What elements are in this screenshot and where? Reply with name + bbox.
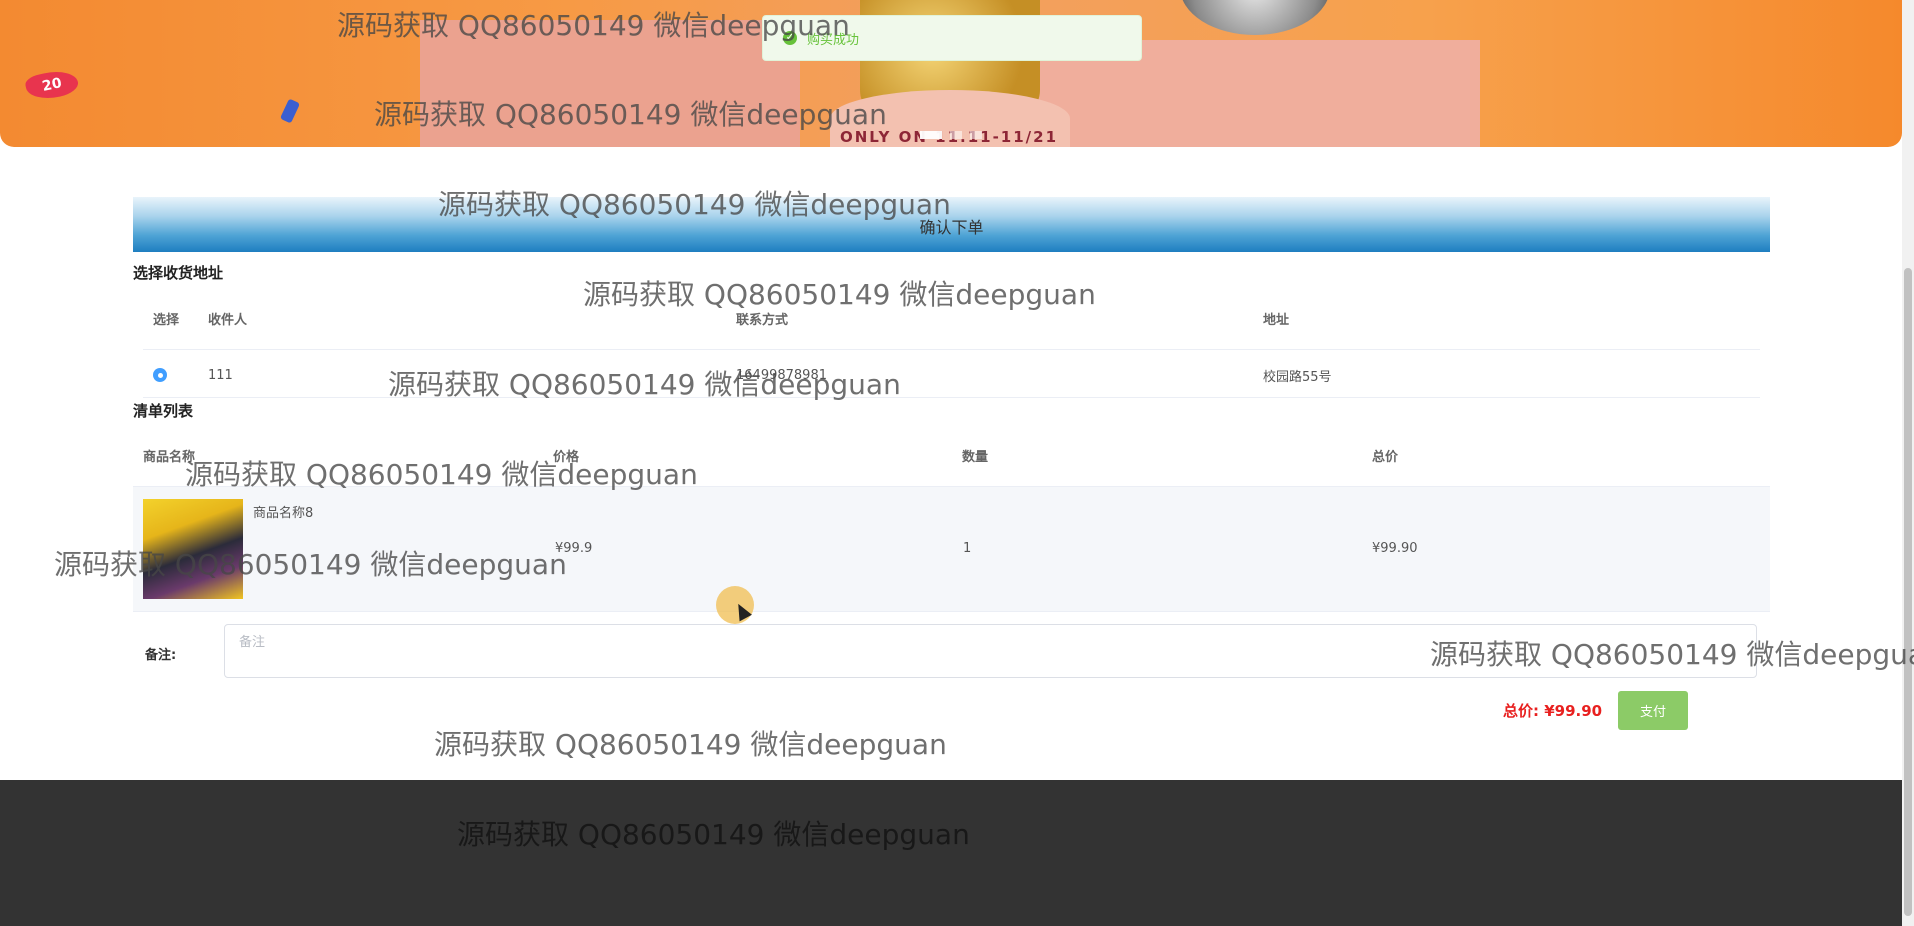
check-circle-icon: ✓ [783,31,797,45]
carousel-indicators [920,131,982,139]
column-header: 商品名称 [143,449,196,465]
address-row[interactable]: 111 16499878981 校园路55号 [153,366,1753,385]
carousel-dot[interactable] [970,131,982,139]
page-title: 确认下单 [919,218,984,237]
column-header: 价格 [553,449,580,465]
confirm-order-header: 确认下单 [133,197,1770,252]
product-quantity: 1 [963,541,972,556]
product-thumbnail [143,499,243,599]
product-name: 商品名称8 [253,506,314,521]
footer [0,780,1902,926]
recipient-address: 校园路55号 [1263,369,1332,385]
column-header: 地址 [1263,312,1290,328]
watermark-text: 源码获取 QQ86050149 微信deepguan [583,278,1096,311]
column-header: 数量 [962,449,989,465]
recipient-phone: 16499878981 [736,367,827,383]
scrollbar-thumb[interactable] [1904,268,1912,916]
column-header: 联系方式 [736,312,789,328]
watermark-text: 源码获取 QQ86050149 微信deepguan [434,728,947,761]
remark-input[interactable] [224,624,1757,678]
banner-pedestal [420,20,800,147]
column-header: 选择 [153,312,180,328]
remark-label: 备注: [145,648,177,663]
page: 20 ONLY ON 11.11-11/21 ✓ 购买成功 确认下单 选择收货地… [0,0,1914,926]
address-section-title: 选择收货地址 [133,264,224,282]
total-value: ¥99.90 [1544,702,1603,720]
column-header: 收件人 [208,312,248,328]
divider [143,397,1760,398]
banner-badge: 20 [23,66,81,104]
carousel-dot[interactable] [920,131,942,139]
divider [133,611,1770,612]
page-scrollbar[interactable] [1902,0,1914,926]
banner-watch-image [1180,0,1330,35]
product-price: ¥99.9 [555,541,593,556]
total-label: 总价: [1503,702,1539,720]
success-toast: ✓ 购买成功 [762,15,1142,61]
column-header: 总价 [1372,449,1399,465]
goods-section-title: 清单列表 [133,402,194,420]
order-total: 总价: ¥99.90 [1503,700,1602,721]
carousel-dot[interactable] [950,131,962,139]
address-radio[interactable] [153,368,167,382]
toast-message: 购买成功 [807,32,860,48]
product-total: ¥99.90 [1372,541,1418,556]
pay-button[interactable]: 支付 [1618,691,1688,730]
goods-row [133,487,1770,611]
banner-decoration [279,98,301,124]
divider [143,349,1760,350]
recipient-name: 111 [208,367,233,383]
